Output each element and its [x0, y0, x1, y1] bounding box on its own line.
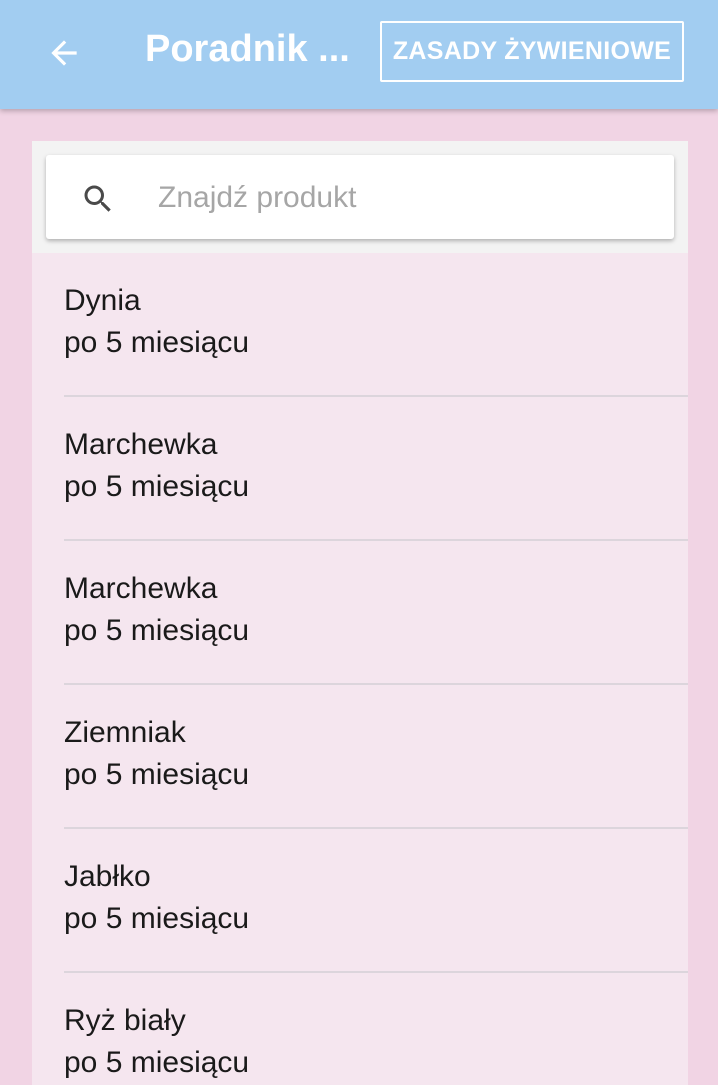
product-name: Ziemniak — [64, 716, 186, 749]
list-item[interactable]: Dynia po 5 miesiącu — [32, 253, 688, 397]
product-name: Marchewka — [64, 572, 218, 605]
search-bar-container — [32, 141, 688, 253]
product-name: Ryż biały — [64, 1004, 186, 1037]
list-item[interactable]: Marchewka po 5 miesiącu — [32, 541, 688, 685]
nutrition-rules-button[interactable]: ZASADY ŻYWIENIOWE — [380, 21, 684, 82]
product-panel: Dynia po 5 miesiącu Marchewka po 5 miesi… — [32, 141, 688, 1085]
search-bar — [46, 155, 674, 239]
arrow-back-icon — [51, 40, 77, 66]
back-button[interactable] — [30, 21, 98, 85]
product-age: po 5 miesiącu — [64, 902, 250, 935]
product-age: po 5 miesiącu — [64, 326, 250, 359]
product-list: Dynia po 5 miesiącu Marchewka po 5 miesi… — [32, 253, 688, 1085]
list-item[interactable]: Ryż biały po 5 miesiącu — [32, 973, 688, 1085]
app-bar: Poradnik ... ZASADY ŻYWIENIOWE — [0, 0, 718, 109]
product-search-input[interactable] — [156, 173, 650, 223]
product-name: Jabłko — [64, 860, 151, 893]
product-age: po 5 miesiącu — [64, 758, 250, 791]
product-name: Dynia — [64, 284, 141, 317]
product-age: po 5 miesiącu — [64, 614, 250, 647]
list-item[interactable]: Marchewka po 5 miesiącu — [32, 397, 688, 541]
product-name: Marchewka — [64, 428, 218, 461]
list-item[interactable]: Ziemniak po 5 miesiącu — [32, 685, 688, 829]
product-age: po 5 miesiącu — [64, 1046, 250, 1079]
product-age: po 5 miesiącu — [64, 470, 250, 503]
list-item[interactable]: Jabłko po 5 miesiącu — [32, 829, 688, 973]
search-icon — [84, 185, 111, 212]
page-title: Poradnik ... — [145, 28, 350, 70]
